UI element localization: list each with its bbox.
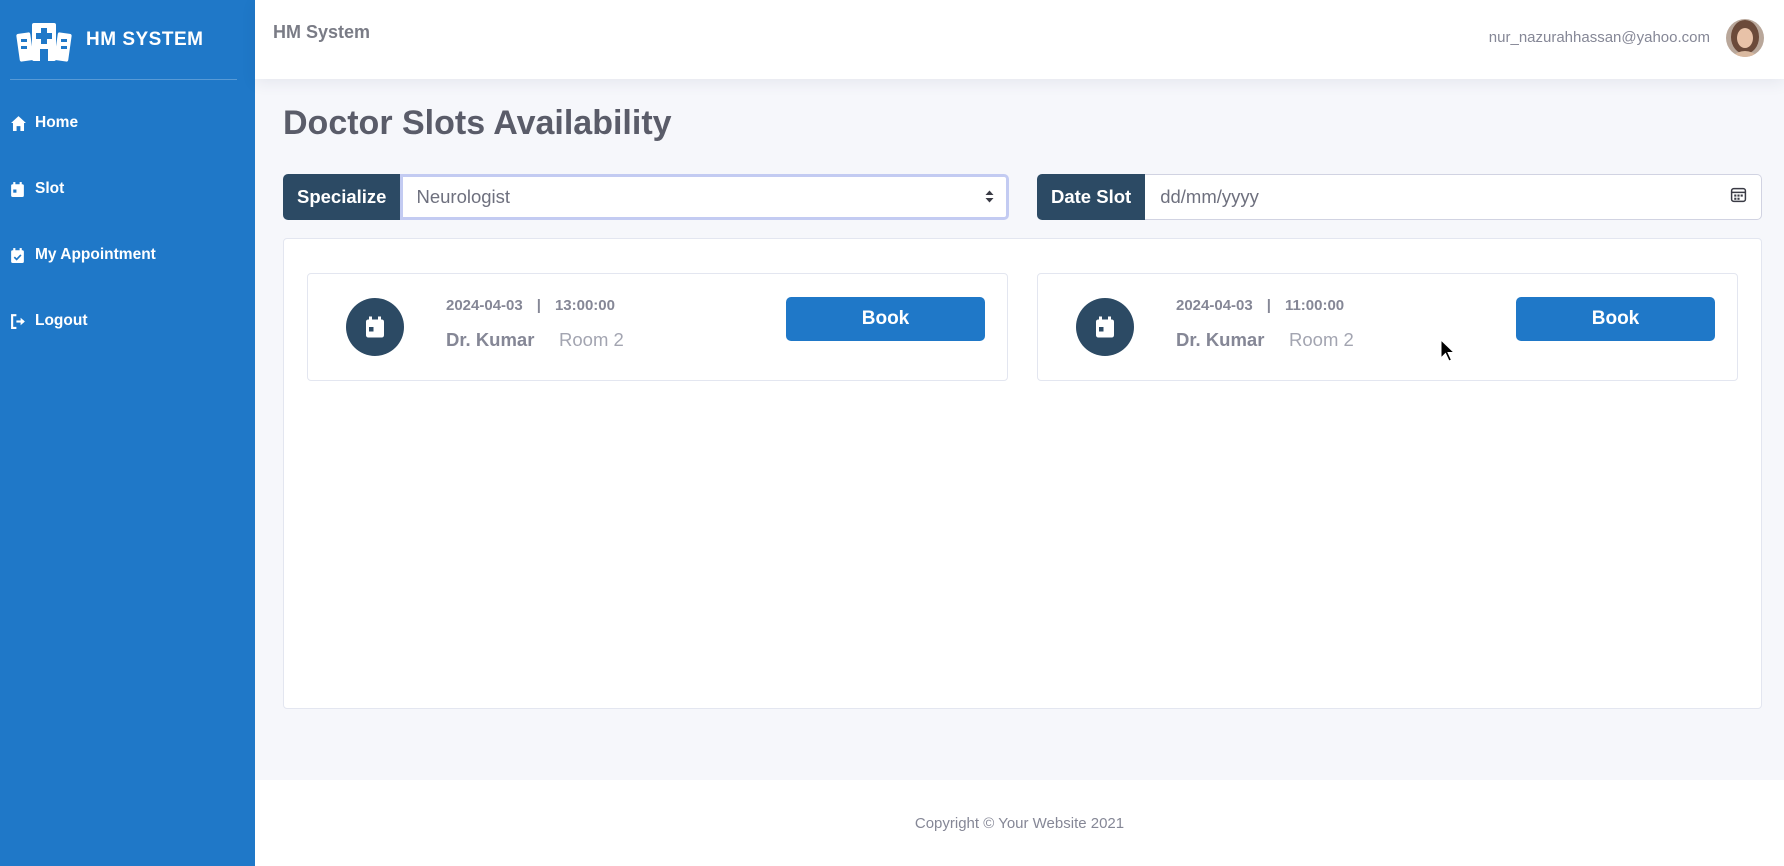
book-button[interactable]: Book <box>786 297 985 341</box>
brand-name: HM SYSTEM <box>86 28 204 50</box>
specialize-select[interactable]: Neurologist <box>400 174 1009 220</box>
sidebar-item-slot[interactable]: Slot <box>0 156 255 222</box>
mouse-cursor-icon <box>1440 339 1456 362</box>
slot-card: 2024-04-03 | 11:00:00 Dr. Kumar Room 2 Boo… <box>1037 273 1738 381</box>
topbar: HM System nur_nazurahhassan@yahoo.com <box>255 0 1784 79</box>
home-icon <box>10 115 27 132</box>
slot-time: 11:00:00 <box>1284 297 1345 314</box>
footer: Copyright © Your Website 2021 <box>255 780 1784 866</box>
sidebar-item-home[interactable]: Home <box>0 90 255 156</box>
slot-card: 2024-04-03 | 13:00:00 Dr. Kumar Room 2 Boo… <box>307 273 1008 381</box>
sidebar-item-label: My Appointment <box>35 246 156 263</box>
page-title: Doctor Slots Availability <box>283 104 672 142</box>
slot-room: Room 2 <box>559 329 624 350</box>
calendar-icon <box>10 181 27 198</box>
sidebar-item-label: Slot <box>35 180 65 197</box>
sidebar-nav: Home Slot My Appointment Logout <box>0 80 255 354</box>
slot-time: 13:00:00 <box>554 297 615 314</box>
calendar-picker-icon[interactable] <box>1730 186 1747 208</box>
slot-separator: | <box>536 297 541 314</box>
date-slot-label: Date Slot <box>1037 174 1146 220</box>
sidebar-item-label: Logout <box>35 312 88 329</box>
specialize-selected-value: Neurologist <box>416 186 511 207</box>
sidebar-item-my-appointment[interactable]: My Appointment <box>0 222 255 288</box>
calendar-icon <box>1076 298 1134 356</box>
slot-date: 2024-04-03 <box>446 297 523 314</box>
logout-icon <box>10 313 27 330</box>
book-button[interactable]: Book <box>1516 297 1715 341</box>
brand[interactable]: HM SYSTEM <box>0 0 255 79</box>
slot-datetime: 2024-04-03 | 13:00:00 <box>446 297 615 314</box>
slot-date: 2024-04-03 <box>1176 297 1253 314</box>
avatar[interactable] <box>1726 19 1764 57</box>
slots-panel: 2024-04-03 | 13:00:00 Dr. Kumar Room 2 Boo… <box>283 238 1762 709</box>
specialize-filter: Specialize Neurologist <box>283 174 1009 220</box>
slot-doctor: Dr. Kumar <box>1176 329 1265 350</box>
date-slot-filter: Date Slot dd/mm/yyyy <box>1037 174 1762 220</box>
specialize-label: Specialize <box>283 174 401 220</box>
hospital-logo-icon <box>16 22 72 62</box>
slot-datetime: 2024-04-03 | 11:00:00 <box>1176 297 1344 314</box>
calendar-check-icon <box>10 247 27 264</box>
select-arrows-icon <box>985 186 994 208</box>
date-slot-placeholder: dd/mm/yyyy <box>1160 186 1259 207</box>
sidebar-item-label: Home <box>35 114 79 131</box>
user-email[interactable]: nur_nazurahhassan@yahoo.com <box>1489 29 1710 46</box>
slot-doctor: Dr. Kumar <box>446 329 535 350</box>
topbar-title: HM System <box>273 22 371 42</box>
slot-room: Room 2 <box>1289 329 1354 350</box>
sidebar: HM SYSTEM Home Slot My Appointment Logou <box>0 0 255 866</box>
sidebar-item-logout[interactable]: Logout <box>0 288 255 354</box>
date-slot-input[interactable]: dd/mm/yyyy <box>1145 174 1762 220</box>
calendar-icon <box>346 298 404 356</box>
copyright-text: Copyright © Your Website 2021 <box>914 815 1125 832</box>
slot-separator: | <box>1266 297 1271 314</box>
